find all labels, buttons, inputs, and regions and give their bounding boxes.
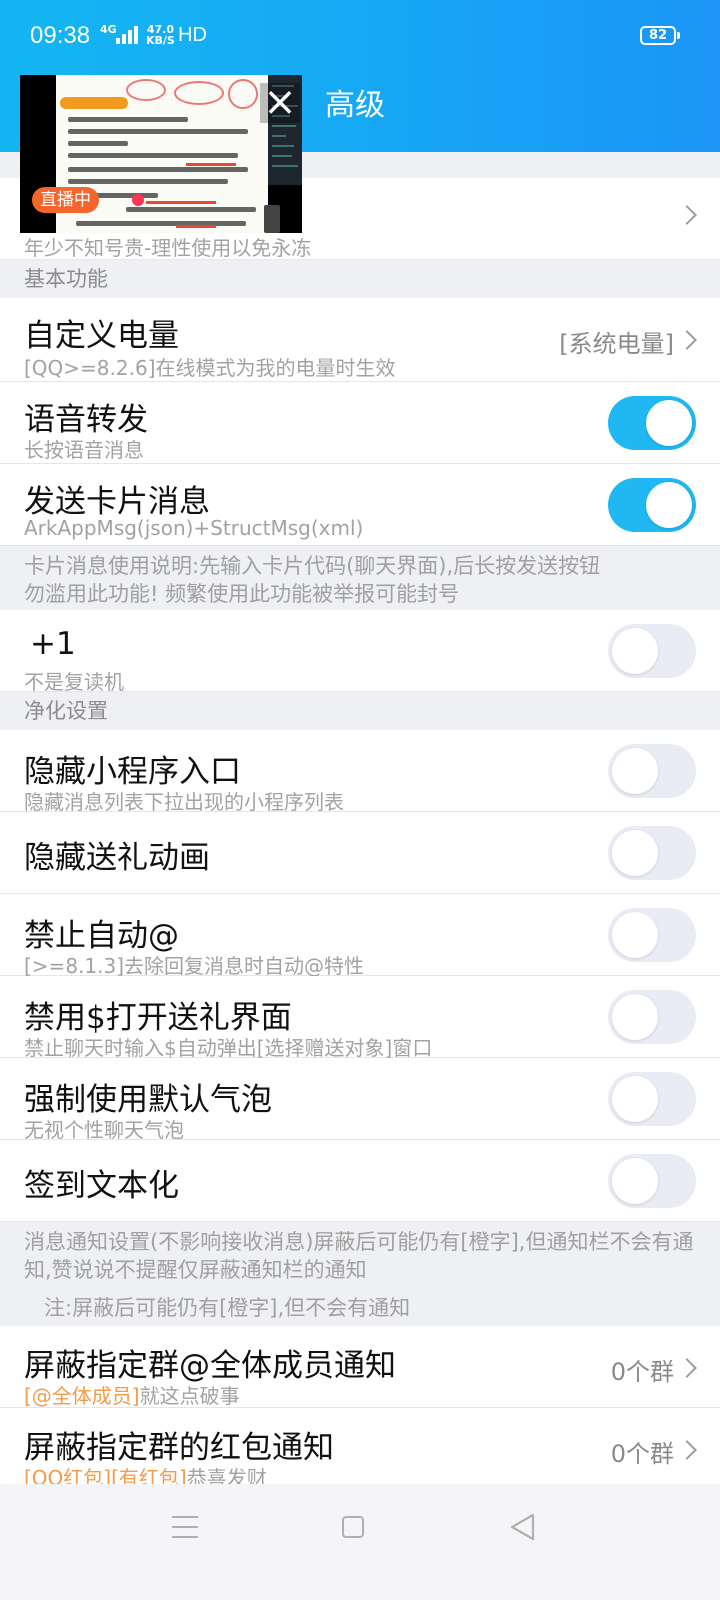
signal-icon: [116, 24, 142, 44]
row-hide-gift-anim[interactable]: 隐藏送礼动画: [0, 812, 720, 894]
row-title: 屏蔽指定群@全体成员通知: [24, 1348, 396, 1384]
row-title: 禁止自动@: [24, 918, 179, 954]
network-speed: 47.0 KB/S: [146, 24, 175, 46]
row-no-auto-at[interactable]: 禁止自动@ [>=8.1.3]去除回复消息时自动@特性: [0, 894, 720, 978]
notify-note-indent: 注:屏蔽后可能仍有[橙字],但不会有通知: [44, 1296, 411, 1320]
card-message-toggle[interactable]: [608, 478, 696, 532]
row-title: 发送卡片消息: [24, 484, 210, 520]
row-no-dollar-gift[interactable]: 禁用$打开送礼界面 禁止聊天时输入$自动弹出[选择赠送对象]窗口: [0, 976, 720, 1060]
back-icon[interactable]: [508, 1512, 536, 1542]
row-subtitle: 不是复读机: [24, 670, 124, 694]
row-title: 强制使用默认气泡: [24, 1082, 272, 1118]
subtitle-rest: 就这点破事: [139, 1384, 240, 1408]
system-nav-bar: [0, 1484, 720, 1600]
battery-icon: 82: [640, 26, 680, 45]
row-default-bubble[interactable]: 强制使用默认气泡 无视个性聊天气泡: [0, 1058, 720, 1142]
live-video-window[interactable]: × 直播中: [20, 75, 302, 233]
live-badge: 直播中: [32, 187, 99, 213]
voice-forward-toggle[interactable]: [608, 396, 696, 450]
chevron-right-icon: [677, 330, 697, 350]
status-time: 09:38: [30, 22, 91, 49]
signin-text-toggle[interactable]: [608, 1154, 696, 1208]
home-icon[interactable]: [342, 1516, 364, 1538]
section-header-basic: 基本功能: [24, 267, 108, 291]
hide-gift-anim-toggle[interactable]: [608, 826, 696, 880]
row-title: 禁用$打开送礼界面: [24, 1000, 292, 1036]
card-note-line1: 卡片消息使用说明:先输入卡片代码(聊天界面),后长按发送按钮: [24, 554, 601, 578]
card-note-line2: 勿滥用此功能! 频繁使用此功能被举报可能封号: [24, 582, 460, 606]
speed-unit: KB/S: [146, 34, 175, 47]
row-subtitle: 无视个性聊天气泡: [24, 1118, 184, 1142]
row-value: [系统电量]: [559, 330, 674, 358]
row-subtitle: [>=8.1.3]去除回复消息时自动@特性: [24, 954, 365, 978]
row-value: 0个群: [610, 1358, 674, 1386]
row-subtitle: 隐藏消息列表下拉出现的小程序列表: [24, 790, 344, 814]
row-subtitle: 年少不知号贵-理性使用以免永冻: [24, 236, 312, 260]
row-subtitle: [@全体成员]就这点破事: [24, 1380, 240, 1409]
chevron-right-icon: [677, 1440, 697, 1460]
row-title: 自定义电量: [24, 318, 179, 354]
row-title: 签到文本化: [24, 1168, 179, 1204]
subtitle-highlight: [@全体成员]: [24, 1384, 140, 1408]
chevron-right-icon: [677, 205, 697, 225]
hd-indicator: HD: [178, 24, 207, 46]
no-dollar-gift-toggle[interactable]: [608, 990, 696, 1044]
plus-one-toggle[interactable]: [608, 624, 696, 678]
close-icon[interactable]: ×: [260, 82, 300, 123]
row-card-message[interactable]: 发送卡片消息 ArkAppMsg(json)+StructMsg(xml): [0, 464, 720, 546]
row-subtitle: 长按语音消息: [24, 438, 144, 462]
row-title: 隐藏小程序入口: [24, 754, 241, 790]
hide-miniapp-toggle[interactable]: [608, 744, 696, 798]
page-title: 高级: [325, 88, 385, 123]
network-type: 4G: [100, 23, 117, 36]
menu-icon[interactable]: [172, 1516, 198, 1538]
row-subtitle: ArkAppMsg(json)+StructMsg(xml): [24, 516, 364, 540]
row-plus-one[interactable]: +1 不是复读机: [0, 610, 720, 694]
row-block-at-all[interactable]: 屏蔽指定群@全体成员通知 [@全体成员]就这点破事 0个群: [0, 1326, 720, 1408]
section-header-purify: 净化设置: [24, 699, 108, 723]
notify-note-line2: 知,赞说说不提醒仅屏蔽通知栏的通知: [24, 1258, 367, 1282]
no-auto-at-toggle[interactable]: [608, 908, 696, 962]
notify-note-line1: 消息通知设置(不影响接收消息)屏蔽后可能仍有[橙字],但通知栏不会有通: [24, 1230, 694, 1254]
settings-list: 年少不知号贵-理性使用以免永冻 基本功能 自定义电量 [QQ>=8.2.6]在线…: [0, 152, 720, 1490]
live-dot-icon: [132, 194, 144, 206]
row-custom-battery[interactable]: 自定义电量 [QQ>=8.2.6]在线模式为我的电量时生效 [系统电量]: [0, 298, 720, 382]
chevron-right-icon: [677, 1358, 697, 1378]
row-subtitle: 禁止聊天时输入$自动弹出[选择赠送对象]窗口: [24, 1036, 433, 1060]
default-bubble-toggle[interactable]: [608, 1072, 696, 1126]
row-hide-miniapp[interactable]: 隐藏小程序入口 隐藏消息列表下拉出现的小程序列表: [0, 730, 720, 814]
row-block-red-packet[interactable]: 屏蔽指定群的红包通知 [QQ红包][有红包]恭喜发财 0个群: [0, 1408, 720, 1490]
row-voice-forward[interactable]: 语音转发 长按语音消息: [0, 382, 720, 464]
row-subtitle: [QQ>=8.2.6]在线模式为我的电量时生效: [24, 356, 396, 380]
row-title: +1: [30, 626, 76, 662]
row-title: 隐藏送礼动画: [24, 840, 210, 876]
row-value: 0个群: [610, 1440, 674, 1468]
row-title: 语音转发: [24, 402, 148, 438]
status-bar: 09:38 4G 47.0 KB/S HD 82: [0, 0, 720, 72]
row-signin-text[interactable]: 签到文本化: [0, 1140, 720, 1222]
row-title: 屏蔽指定群的红包通知: [24, 1430, 334, 1466]
